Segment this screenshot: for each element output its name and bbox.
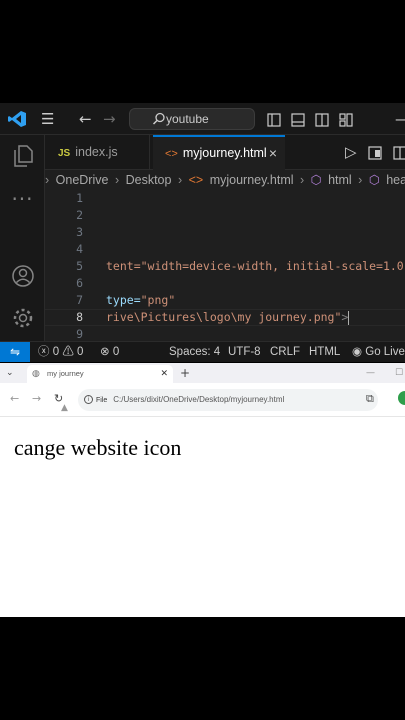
- back-arrow-icon[interactable]: ←: [10, 392, 19, 405]
- open-preview-icon[interactable]: [368, 135, 382, 170]
- breadcrumb-item[interactable]: html: [328, 173, 352, 187]
- warning-icon: ⚠: [62, 346, 74, 358]
- ports-icon: ⊗: [100, 346, 110, 358]
- line-number: 8: [76, 310, 83, 324]
- javascript-file-icon: JS: [58, 148, 71, 159]
- code-tag-bracket: >: [341, 310, 349, 324]
- line-number: 3: [76, 225, 83, 239]
- chevron-right-icon: ›: [177, 173, 183, 187]
- run-icon[interactable]: ▷: [345, 135, 357, 170]
- close-tab-icon[interactable]: ×: [269, 137, 277, 170]
- globe-icon: ◍: [32, 368, 40, 378]
- breadcrumb-item[interactable]: head: [386, 173, 405, 187]
- menu-icon[interactable]: ☰: [41, 103, 54, 135]
- status-bar: ⇋ ⓧ 0 ⚠ 0 ⊗ 0 Spaces: 4 UTF-8 CRLF HTML …: [0, 341, 405, 362]
- language-status[interactable]: HTML: [309, 342, 340, 362]
- chevron-right-icon: ›: [358, 173, 363, 187]
- browser-tab-strip: ⌄ ◍ my journey ✕ + — ☐: [0, 363, 405, 383]
- command-center-search[interactable]: youtube: [129, 108, 255, 130]
- forward-arrow-icon[interactable]: →: [103, 103, 116, 135]
- error-count: 0: [52, 346, 60, 358]
- line-number: 5: [76, 259, 83, 273]
- tab-list-chevron-down-icon[interactable]: ⌄: [6, 363, 14, 383]
- editor-tabs: JS index.js <> myjourney.html × ▷: [45, 135, 405, 171]
- code-attribute: type=: [106, 293, 141, 307]
- text-cursor: [348, 310, 350, 325]
- code-string: rive\Pictures\logo\my journey.png": [106, 310, 342, 324]
- breadcrumb: › OneDrive › Desktop › <> myjourney.html…: [45, 170, 405, 190]
- more-views-icon[interactable]: ···: [0, 187, 45, 211]
- split-editor-icon[interactable]: [393, 135, 405, 170]
- problems-status[interactable]: ⓧ 0 ⚠ 0: [38, 342, 83, 362]
- line-number: 2: [76, 208, 83, 222]
- breadcrumb-item[interactable]: myjourney.html: [210, 173, 294, 187]
- code-string: tent="width=device-width, initial-scale=…: [106, 259, 404, 273]
- remote-indicator-icon[interactable]: ⇋: [0, 342, 30, 362]
- broadcast-icon: ◉: [352, 346, 363, 358]
- back-arrow-icon[interactable]: ←: [79, 103, 92, 135]
- extensions-puzzle-icon[interactable]: ⧉: [366, 392, 374, 406]
- chevron-right-icon: ›: [300, 173, 305, 187]
- profile-avatar[interactable]: [398, 391, 405, 405]
- encoding-status[interactable]: UTF-8: [228, 342, 261, 362]
- activity-bar: ···: [0, 135, 45, 341]
- minimize-icon[interactable]: —: [366, 363, 375, 383]
- new-tab-plus-icon[interactable]: +: [180, 363, 190, 383]
- browser-tab[interactable]: ◍ my journey ✕: [27, 365, 173, 383]
- line-number: 7: [76, 293, 83, 307]
- explorer-icon[interactable]: [0, 145, 45, 171]
- address-scheme: File: [96, 397, 108, 404]
- minimize-icon[interactable]: —: [395, 103, 405, 135]
- ports-count: 0: [112, 346, 120, 358]
- ports-status[interactable]: ⊗ 0: [100, 342, 119, 362]
- error-icon: ⓧ: [38, 346, 50, 358]
- customize-layout-icon[interactable]: [339, 103, 353, 135]
- code-editor[interactable]: 1 2 3 4 5 6 7 8 9 tent="width=device-wid…: [45, 190, 405, 341]
- element-cube-icon: ⬡: [310, 173, 322, 187]
- code-line-7: type="png": [106, 292, 175, 309]
- maximize-icon[interactable]: ☐: [395, 363, 403, 383]
- code-line-5: tent="width=device-width, initial-scale=…: [106, 258, 404, 275]
- line-number: 4: [76, 242, 83, 256]
- search-icon: [152, 112, 165, 125]
- address-bar[interactable]: i File C:/Users/dixit/OneDrive/Desktop/myj…: [78, 389, 378, 411]
- toggle-secondary-sidebar-icon[interactable]: [315, 103, 329, 135]
- element-cube-icon: ⬡: [368, 173, 380, 187]
- go-live-button[interactable]: ◉ Go Live: [352, 342, 405, 362]
- chevron-right-icon: ›: [114, 173, 120, 187]
- title-bar: ☰ ← → youtube —: [0, 103, 405, 135]
- forward-arrow-icon[interactable]: →: [32, 392, 41, 405]
- line-number: 1: [76, 191, 83, 205]
- breadcrumb-item[interactable]: Desktop: [126, 173, 172, 187]
- vscode-window: ☰ ← → youtube — ···: [0, 103, 405, 362]
- html-file-icon: <>: [165, 148, 178, 160]
- address-url: C:/Users/dixit/OneDrive/Desktop/myjourne…: [113, 395, 285, 404]
- go-live-label: Go Live: [365, 346, 405, 358]
- settings-gear-icon[interactable]: [0, 307, 45, 333]
- eol-status[interactable]: CRLF: [270, 342, 300, 362]
- account-icon[interactable]: [0, 265, 45, 291]
- tab-index-js[interactable]: JS index.js: [45, 135, 150, 170]
- tab-label: index.js: [75, 145, 118, 159]
- indentation-status[interactable]: Spaces: 4: [169, 342, 220, 362]
- mouse-cursor-icon: ▲: [61, 403, 68, 413]
- info-icon: i: [84, 395, 93, 405]
- vscode-logo-icon: [8, 103, 26, 135]
- line-number: 6: [76, 276, 83, 290]
- chevron-right-icon: ›: [45, 173, 50, 187]
- code-string: "png": [140, 293, 176, 307]
- browser-window: ⌄ ◍ my journey ✕ + — ☐ ← → ↻ i File C:/Use…: [0, 363, 405, 617]
- code-line-8: rive\Pictures\logo\my journey.png">: [106, 309, 350, 326]
- warning-count: 0: [77, 346, 84, 358]
- page-heading: cange website icon: [14, 435, 182, 460]
- close-tab-icon[interactable]: ✕: [160, 365, 168, 382]
- html-file-icon: <>: [188, 173, 204, 187]
- breadcrumb-item[interactable]: OneDrive: [56, 173, 109, 187]
- tab-myjourney-html[interactable]: <> myjourney.html ×: [153, 135, 285, 171]
- toggle-panel-icon[interactable]: [291, 103, 305, 135]
- browser-tab-title: my journey: [47, 369, 84, 378]
- tab-label: myjourney.html: [182, 146, 267, 160]
- toggle-primary-sidebar-icon[interactable]: [267, 103, 281, 135]
- search-text: youtube: [166, 112, 209, 126]
